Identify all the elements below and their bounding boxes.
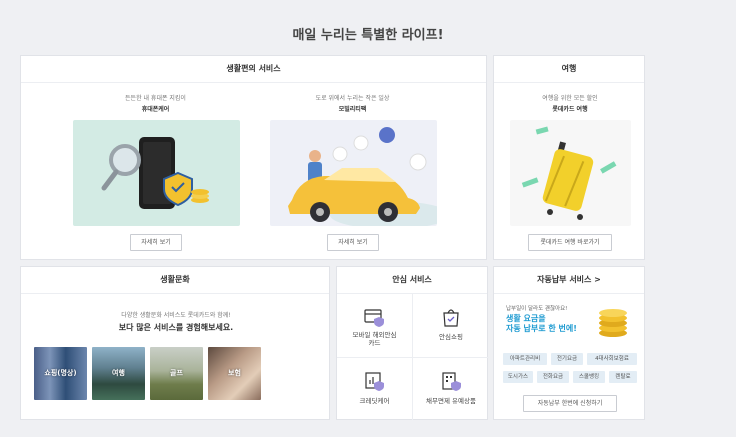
autopay-header[interactable]: 자동납부 서비스 >: [494, 267, 644, 294]
shopping-bag-check-icon: [443, 309, 459, 327]
safety-item-debt-relief-label: 채무면제 유예상품: [426, 397, 476, 405]
phone-care-text: 든든한 내 휴대폰 지킴이 휴대폰케어: [73, 93, 238, 113]
safety-item-overseas-card[interactable]: 모바일 해외안심카드: [337, 307, 412, 347]
thumb-insurance[interactable]: 보험: [208, 347, 261, 400]
phone-care-name: 휴대폰케어: [141, 106, 170, 113]
autopay-apply-button[interactable]: 자동납부 한번에 신청하기: [523, 395, 617, 412]
suitcase-icon: [521, 126, 617, 220]
mobility-text: 도로 위에서 누리는 작은 일상 모빌리티팩: [269, 93, 436, 113]
autopay-big1: 생활 요금을: [506, 314, 546, 323]
culture-header: 생활문화: [21, 267, 329, 294]
safety-item-safe-shopping-label: 안심쇼핑: [439, 333, 463, 341]
phone-magnifier-shield-icon: [101, 137, 209, 209]
safety-header: 안심 서비스: [337, 267, 487, 294]
tag-gas[interactable]: 도시가스: [503, 371, 533, 383]
thumb-shopping[interactable]: 쇼핑(명상): [34, 347, 87, 400]
thumb-shopping-label: 쇼핑(명상): [44, 369, 77, 377]
travel-name: 롯데카드 여행: [552, 106, 588, 113]
thumb-travel[interactable]: 여행: [92, 347, 145, 400]
tag-insurance[interactable]: 4대사회보험료: [587, 353, 637, 365]
mobility-subtitle: 도로 위에서 누리는 작은 일상: [315, 95, 390, 102]
travel-header: 여행: [494, 56, 644, 83]
travel-subtitle: 여행을 위한 모든 할인: [542, 95, 598, 102]
travel-card: 여행 여행을 위한 모든 할인 롯데카드 여행 롯데카드 여행 바로가기: [493, 55, 645, 260]
travel-go-button[interactable]: 롯데카드 여행 바로가기: [528, 234, 612, 251]
building-shield-icon: [442, 372, 461, 391]
page-title: 매일 누리는 특별한 라이프!: [292, 28, 444, 43]
card-shield-icon: [363, 309, 384, 327]
autopay-headline: 생활 요금을 자동 납부로 한 번에!: [506, 314, 577, 334]
life-service-header: 생활편의 서비스: [21, 56, 486, 83]
thumb-travel-label: 여행: [112, 369, 125, 377]
safety-card: 안심 서비스 모바일 해외안심카드 안심쇼핑 크레딧케어 채무면제 유예상품: [336, 266, 489, 420]
culture-card: 생활문화 다양한 생활문화 서비스도 롯데카드와 함께! 보다 많은 서비스를 …: [20, 266, 330, 420]
autopay-card: 자동납부 서비스 > 납부일이 달라도 괜찮아요! 생활 요금을 자동 납부로 …: [493, 266, 645, 420]
travel-text: 여행을 위한 모든 할인 롯데카드 여행: [494, 93, 646, 113]
tag-electricity[interactable]: 전기요금: [551, 353, 583, 365]
mobility-detail-button[interactable]: 자세히 보기: [327, 234, 379, 251]
culture-text: 다양한 생활문화 서비스도 롯데카드와 함께! 보다 많은 서비스를 경험해보세…: [21, 310, 331, 333]
thumb-insurance-label: 보험: [228, 369, 241, 377]
chart-shield-icon: [364, 372, 384, 391]
car-person-icon: [288, 127, 437, 226]
safety-item-debt-relief[interactable]: 채무면제 유예상품: [413, 371, 489, 405]
tag-apartment[interactable]: 아파트관리비: [503, 353, 547, 365]
autopay-small: 납부일이 달라도 괜찮아요!: [506, 306, 568, 312]
life-service-card: 생활편의 서비스 든든한 내 휴대폰 지킴이 휴대폰케어 자세히 보기 도로 위…: [20, 55, 487, 260]
safety-item-credit-care[interactable]: 크레딧케어: [337, 371, 412, 405]
safety-item-safe-shopping[interactable]: 안심쇼핑: [413, 307, 489, 341]
safety-divider-h: [337, 357, 489, 358]
travel-illustration: [510, 120, 631, 226]
coins-icon: [599, 309, 627, 337]
thumb-golf[interactable]: 골프: [150, 347, 203, 400]
tag-phone[interactable]: 전화요금: [537, 371, 569, 383]
culture-line2: 보다 많은 서비스를 경험해보세요.: [118, 323, 234, 332]
phone-care-detail-button[interactable]: 자세히 보기: [130, 234, 182, 251]
autopay-big2: 자동 납부로 한 번에!: [506, 324, 577, 333]
safety-item-overseas-card-label: 모바일 해외안심카드: [352, 331, 397, 347]
tag-school[interactable]: 스쿨뱅킹: [573, 371, 605, 383]
culture-line1: 다양한 생활문화 서비스도 롯데카드와 함께!: [121, 312, 231, 319]
phone-care-illustration: [73, 120, 240, 226]
phone-care-subtitle: 든든한 내 휴대폰 지킴이: [125, 95, 186, 102]
safety-item-credit-care-label: 크레딧케어: [359, 397, 390, 405]
mobility-name: 모빌리티팩: [338, 106, 367, 113]
tag-rental[interactable]: 렌탈료: [609, 371, 637, 383]
mobility-illustration: [270, 120, 437, 226]
thumb-golf-label: 골프: [170, 369, 183, 377]
